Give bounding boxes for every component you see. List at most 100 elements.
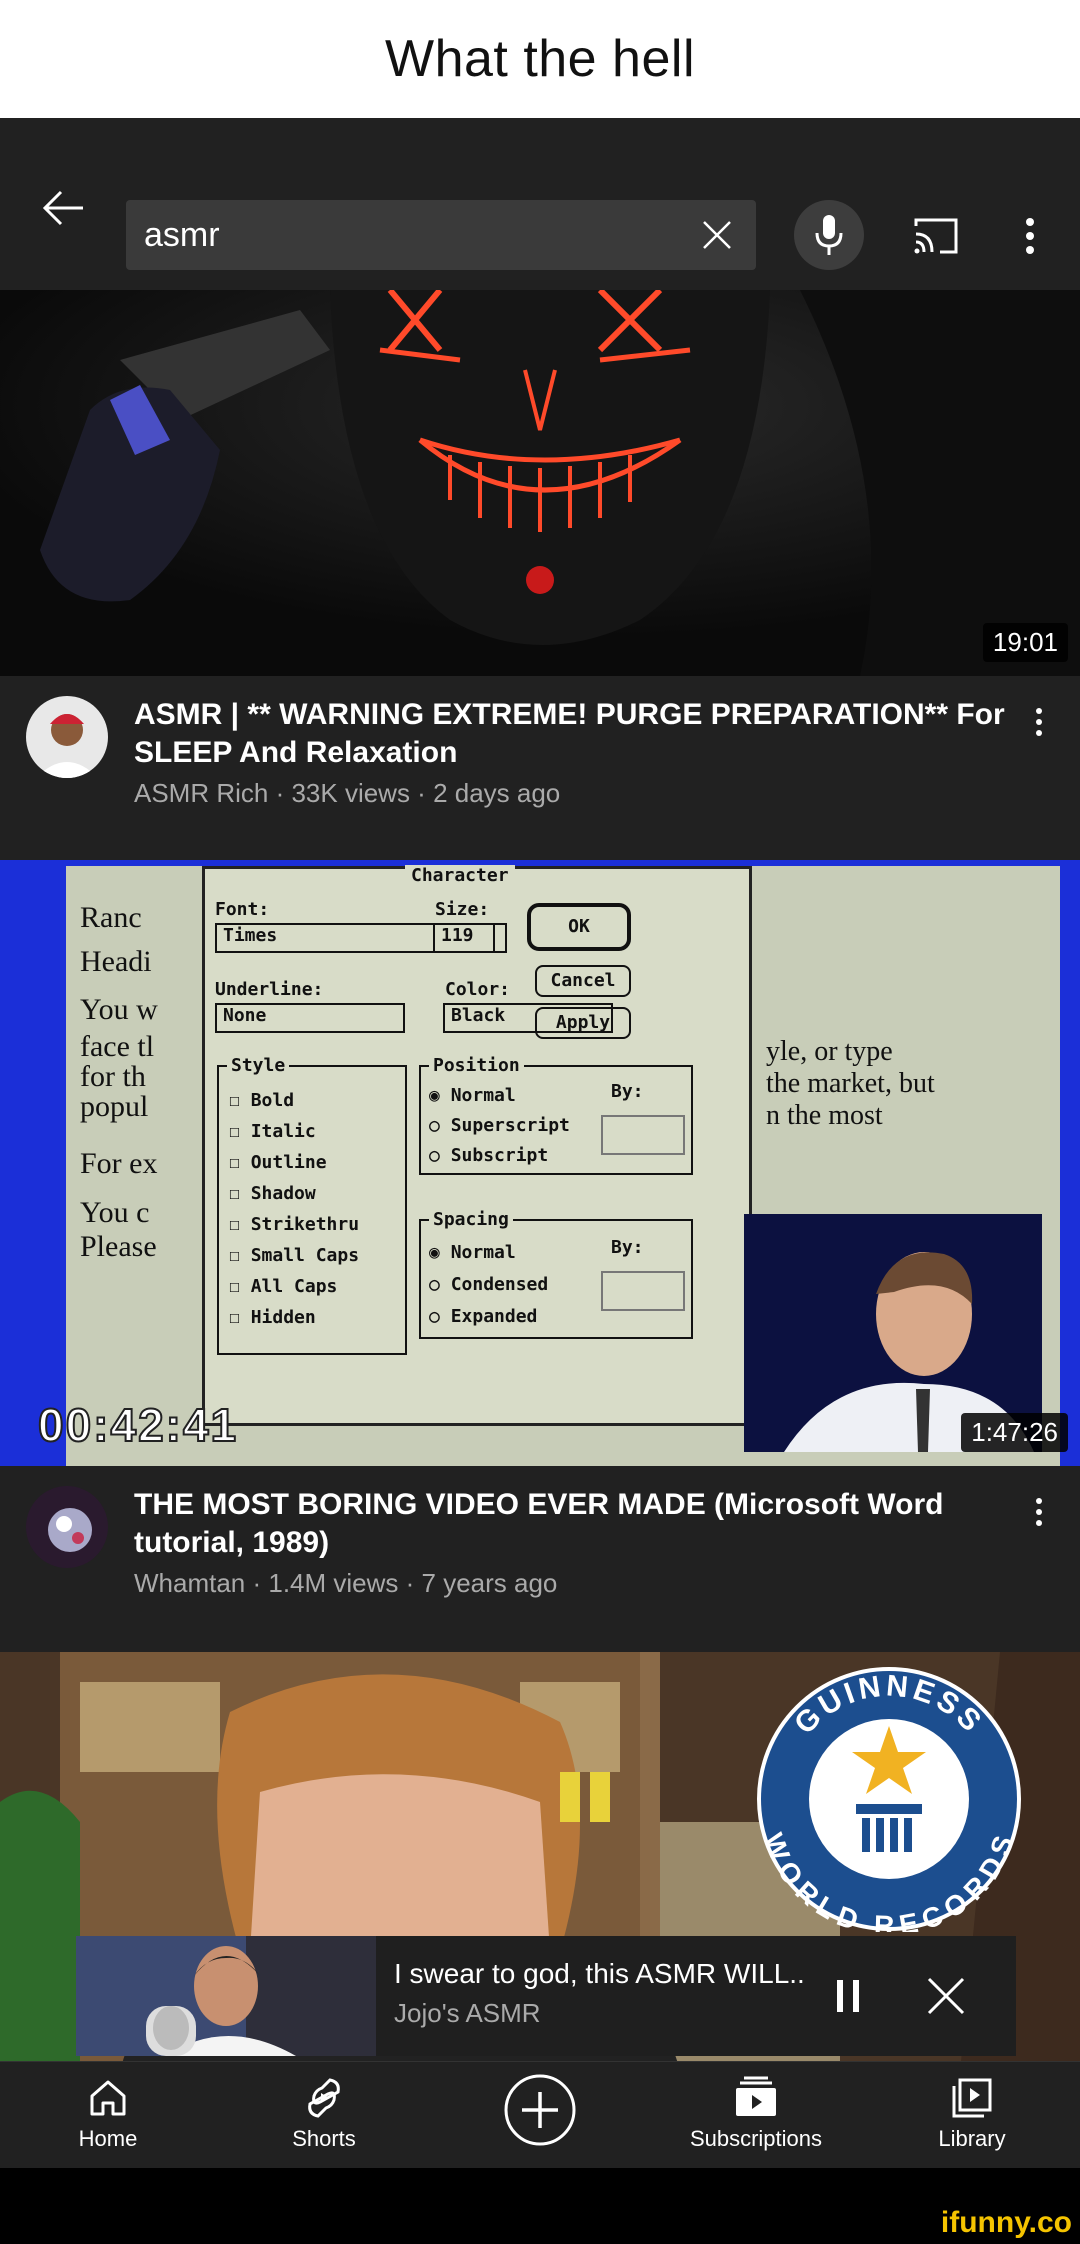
miniplayer-channel: Jojo's ASMR (394, 1998, 541, 2028)
doc-text: You c (80, 1196, 150, 1229)
video-options-button[interactable] (1024, 700, 1054, 744)
style-option[interactable]: ☐ Outline (229, 1147, 359, 1178)
voice-search-button[interactable] (794, 200, 864, 270)
channel-avatar[interactable] (26, 696, 108, 778)
ok-button[interactable]: OK (527, 903, 631, 951)
search-box[interactable] (126, 200, 756, 270)
cast-icon (914, 218, 958, 254)
more-vert-icon (1036, 708, 1042, 736)
miniplayer-title[interactable]: I swear to god, this ASMR WILL.. (394, 1958, 805, 1990)
ifunny-watermark: ifunny.co (940, 2206, 1072, 2239)
subscriptions-icon (736, 2076, 776, 2116)
spacing-option[interactable]: ○ Expanded (429, 1301, 548, 1333)
miniplayer[interactable]: I swear to god, this ASMR WILL.. Jojo's … (76, 1936, 1016, 2056)
miniplayer-thumbnail[interactable] (76, 1936, 376, 2056)
doc-text: Headi (80, 945, 152, 978)
doc-text: n the most (766, 1100, 883, 1131)
style-option[interactable]: ☐ Italic (229, 1116, 359, 1147)
miniplayer-close-button[interactable] (914, 1964, 978, 2028)
style-option-label: Hidden (250, 1307, 316, 1328)
spacing-group-label: Spacing (429, 1209, 513, 1230)
thumbnail-timecode: 00:42:41 (37, 1398, 239, 1452)
video-title[interactable]: ASMR | ** WARNING EXTREME! PURGE PREPARA… (134, 696, 1014, 772)
underline-label: Underline: (215, 979, 324, 1000)
more-options-button[interactable] (1010, 206, 1050, 266)
doc-text: Please (80, 1230, 157, 1263)
nav-home[interactable]: Home (0, 2062, 216, 2168)
library-icon (952, 2078, 992, 2118)
style-option[interactable]: ☐ Hidden (229, 1302, 359, 1333)
doc-text: Ranc (80, 901, 142, 934)
position-option-label: Subscript (450, 1145, 549, 1166)
search-input[interactable] (144, 215, 664, 255)
video-duration: 1:47:26 (961, 1413, 1068, 1452)
position-option-label: Superscript (450, 1115, 570, 1136)
nav-subscriptions[interactable]: Subscriptions (648, 2062, 864, 2168)
doc-text: yle, or type (766, 1036, 893, 1067)
position-option[interactable]: ◉ Normal (429, 1081, 570, 1111)
shorts-icon (308, 2078, 340, 2118)
arrow-left-icon (42, 190, 83, 226)
nav-create[interactable] (432, 2062, 648, 2168)
style-option-label: Strikethru (250, 1214, 360, 1235)
video-item[interactable]: Ranc Headi You w face tl for th popul Fo… (0, 860, 1080, 1656)
nav-label: Shorts (292, 2126, 356, 2151)
style-option[interactable]: ☐ All Caps (229, 1271, 359, 1302)
video-duration: 19:01 (982, 623, 1068, 662)
pause-icon (837, 1980, 859, 2012)
style-option[interactable]: ☐ Small Caps (229, 1240, 359, 1271)
style-option-label: All Caps (250, 1276, 338, 1297)
position-by-field[interactable] (601, 1115, 685, 1155)
style-option-label: Italic (250, 1121, 316, 1142)
doc-text: You w (80, 993, 158, 1026)
character-dialog: Character Font: Times Size: 119 Underlin… (202, 865, 752, 1426)
video-metadata: ASMR Rich · 33K views · 2 days ago (134, 778, 561, 808)
cancel-button[interactable]: Cancel (535, 965, 631, 997)
spacing-by-field[interactable] (601, 1271, 685, 1311)
more-vert-icon (1036, 1498, 1042, 1526)
style-option[interactable]: ☐ Bold (229, 1085, 359, 1116)
pause-button[interactable] (816, 1964, 880, 2028)
size-field[interactable]: 119 (433, 923, 507, 953)
video-thumbnail[interactable]: Ranc Headi You w face tl for th popul Fo… (0, 860, 1080, 1466)
spacing-option[interactable]: ◉ Normal (429, 1237, 548, 1269)
position-group-label: Position (429, 1055, 524, 1076)
video-item[interactable]: 19:01 ASMR | ** WARNING EXTREME! PURGE P… (0, 290, 1080, 866)
guinness-world-records-logo: GUINNESS WORLD RECORDS (756, 1666, 1022, 1941)
underline-field[interactable]: None (215, 1003, 405, 1033)
video-thumbnail[interactable]: 19:01 (0, 290, 1080, 676)
spacing-group: Spacing ◉ Normal ○ Condensed ○ Expanded … (419, 1209, 693, 1339)
close-icon (703, 221, 731, 249)
doc-text: the market, but (766, 1068, 935, 1099)
back-button[interactable] (30, 178, 96, 238)
style-option-label: Outline (250, 1152, 327, 1173)
video-options-button[interactable] (1024, 1490, 1054, 1534)
meme-caption: What the hell (385, 30, 695, 88)
color-label: Color: (445, 979, 511, 1000)
doc-text: For ex (80, 1147, 158, 1180)
video-metadata: Whamtan · 1.4M views · 7 years ago (134, 1568, 558, 1598)
spacing-option[interactable]: ○ Condensed (429, 1269, 548, 1301)
nav-shorts[interactable]: Shorts (216, 2062, 432, 2168)
video-title[interactable]: THE MOST BORING VIDEO EVER MADE (Microso… (134, 1486, 1014, 1562)
style-group: Style ☐ Bold ☐ Italic ☐ Outline ☐ Shadow… (217, 1055, 407, 1355)
nav-label: Library (938, 2126, 1006, 2151)
purge-mask-image (0, 290, 1080, 676)
style-option-label: Small Caps (250, 1245, 360, 1266)
apply-button[interactable]: Apply (535, 1007, 631, 1039)
home-icon (90, 2080, 126, 2116)
style-option[interactable]: ☐ Shadow (229, 1178, 359, 1209)
style-group-label: Style (227, 1055, 290, 1076)
position-option[interactable]: ○ Superscript (429, 1111, 570, 1141)
position-option[interactable]: ○ Subscript (429, 1141, 570, 1171)
clear-search-button[interactable] (692, 210, 742, 260)
style-option[interactable]: ☐ Strikethru (229, 1209, 359, 1240)
meme-caption-bar: What the hell (0, 0, 1080, 118)
cast-button[interactable] (906, 208, 966, 264)
create-icon (504, 2074, 576, 2146)
more-vert-icon (1026, 218, 1034, 254)
nav-library[interactable]: Library (864, 2062, 1080, 2168)
doc-text: face tl (80, 1030, 155, 1063)
channel-avatar[interactable] (26, 1486, 108, 1568)
dialog-header: Character (405, 865, 515, 886)
